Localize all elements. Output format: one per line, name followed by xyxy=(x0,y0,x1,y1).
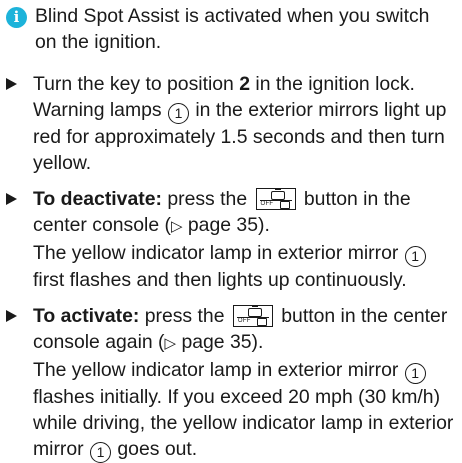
step-arrow-icon xyxy=(6,78,17,90)
info-icon: i xyxy=(6,7,27,28)
deactivate-label: To deactivate: xyxy=(33,188,162,210)
callout-1-icon: 1 xyxy=(167,103,189,124)
page-ref-arrow-icon: ▷ xyxy=(164,335,177,352)
manual-page: i Blind Spot Assist is activated when yo… xyxy=(0,0,462,463)
step-text: press the xyxy=(161,188,253,210)
step-turn-key: Turn the key to position 2 in the igniti… xyxy=(0,71,462,176)
step-text: The yellow indicator lamp in exterior mi… xyxy=(33,359,404,381)
blind-spot-assist-button-icon: OFF xyxy=(232,305,273,327)
step-arrow-icon xyxy=(6,310,17,322)
step-text: goes out. xyxy=(112,438,198,460)
step-text: Turn the key to position xyxy=(33,73,240,95)
step-deactivate: To deactivate: press the OFF button in t… xyxy=(0,186,462,293)
step-arrow-icon xyxy=(6,193,17,205)
step-text: first flashes and then lights up continu… xyxy=(33,269,407,291)
step-text: The yellow indicator lamp in exterior mi… xyxy=(33,242,404,264)
page-ref-arrow-icon: ▷ xyxy=(170,218,183,235)
info-note: i Blind Spot Assist is activated when yo… xyxy=(0,3,462,55)
activate-label: To activate: xyxy=(33,305,140,327)
callout-1-icon: 1 xyxy=(90,442,112,463)
info-note-text: Blind Spot Assist is activated when you … xyxy=(35,5,430,53)
blind-spot-assist-button-icon: OFF xyxy=(255,188,296,210)
ignition-position: 2 xyxy=(239,73,251,95)
callout-1-icon: 1 xyxy=(404,246,426,267)
step-activate: To activate: press the OFF button in the… xyxy=(0,303,462,463)
callout-1-icon: 1 xyxy=(404,363,426,384)
step-text: press the xyxy=(139,305,230,327)
page-reference[interactable]: page 35). xyxy=(183,214,270,236)
page-reference[interactable]: page 35). xyxy=(176,331,263,353)
